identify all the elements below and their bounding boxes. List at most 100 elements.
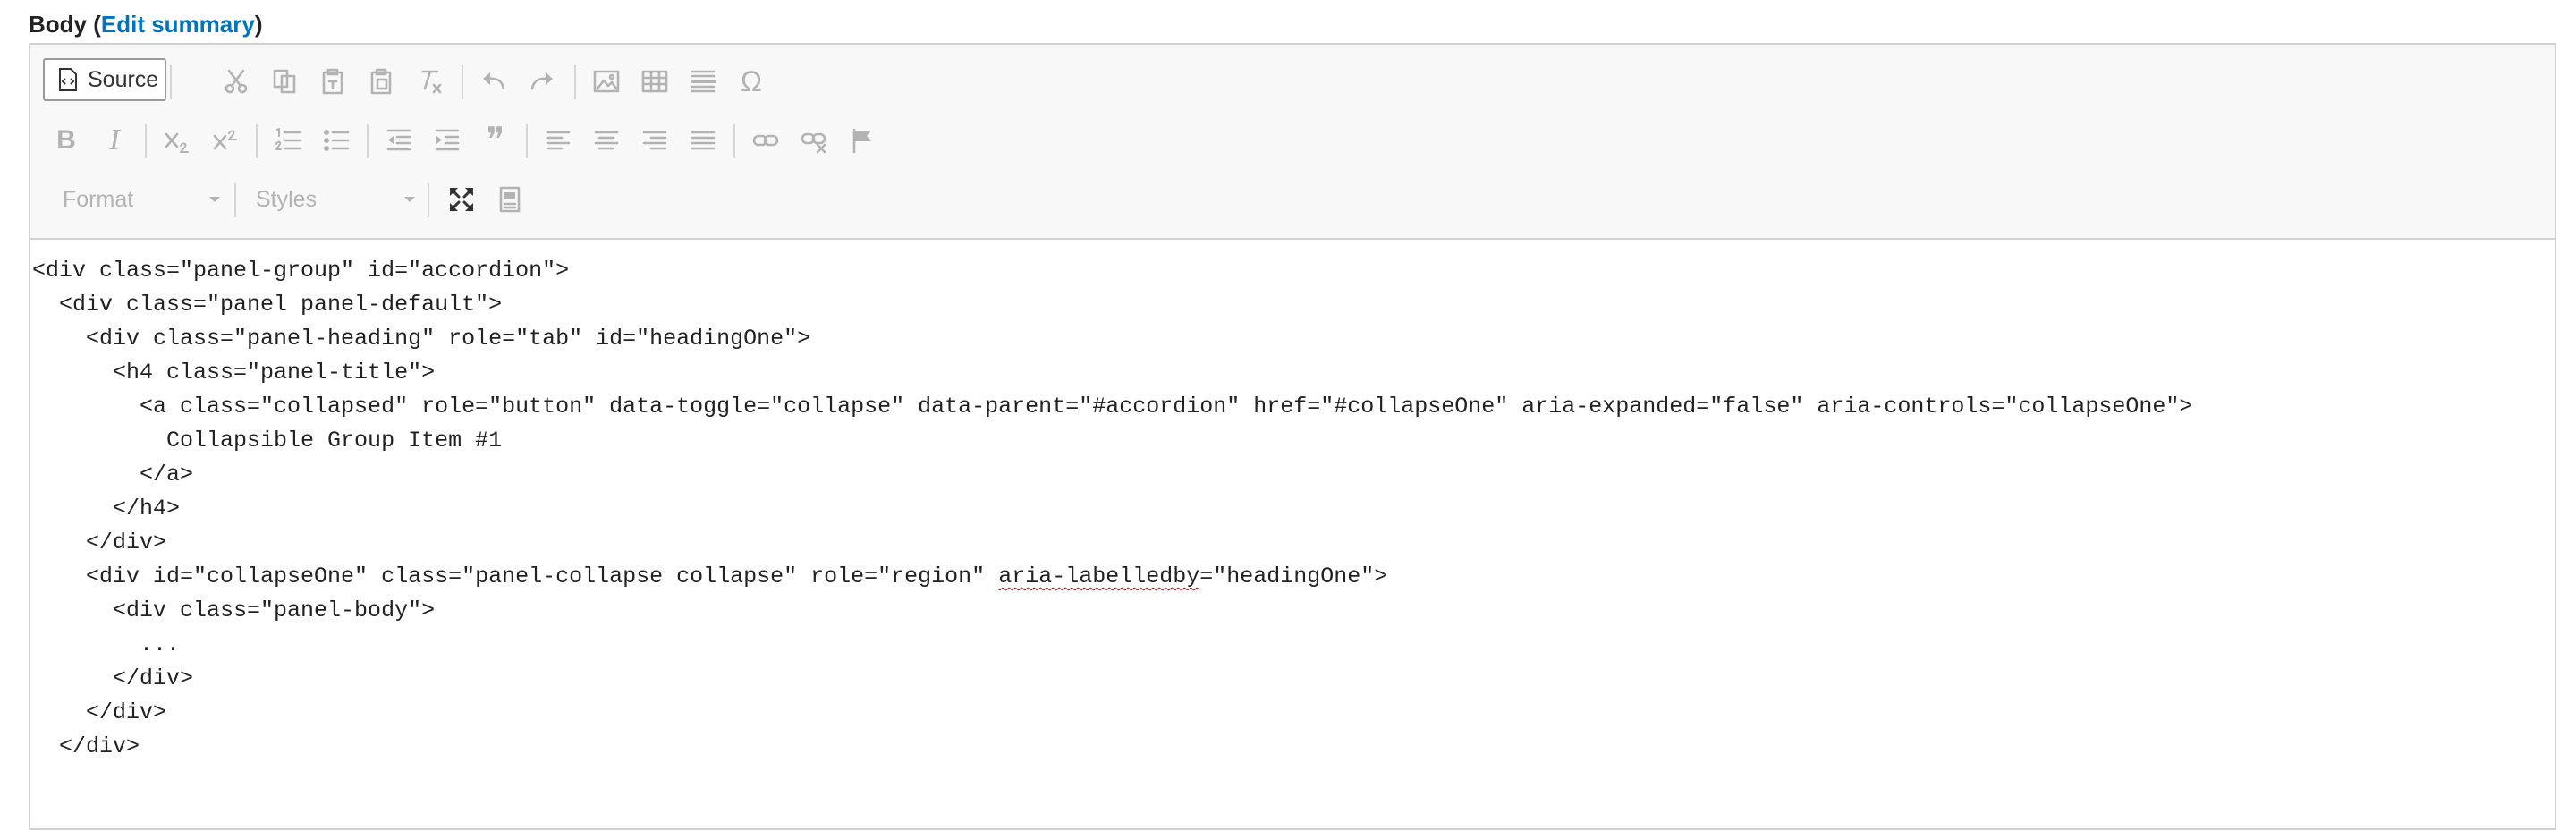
- paste-from-word-button[interactable]: [358, 58, 404, 105]
- image-icon: [593, 70, 620, 93]
- superscript-button[interactable]: [202, 117, 249, 164]
- close-paren: ): [254, 11, 263, 38]
- horizontal-line-icon: [691, 70, 716, 93]
- special-character-button[interactable]: Ω: [728, 58, 775, 105]
- styles-dropdown-label: Styles: [256, 186, 318, 212]
- bulleted-list-button[interactable]: [313, 117, 360, 164]
- align-right-button[interactable]: [631, 117, 678, 164]
- link-icon: [752, 134, 779, 147]
- code-segment: ="headingOne">: [1199, 563, 1388, 589]
- toolbar-separator: [574, 65, 576, 99]
- anchor-button[interactable]: [839, 117, 886, 164]
- code-line: </div>: [32, 665, 194, 691]
- omega-icon: Ω: [741, 65, 762, 97]
- ckeditor: Source Ω B I ❞ Format Styles <div class=…: [29, 43, 2556, 830]
- source-code-textarea[interactable]: <div class="panel-group" id="accordion">…: [30, 238, 2555, 828]
- flag-icon: [852, 128, 871, 154]
- outdent-button[interactable]: [376, 117, 422, 164]
- paste-word-icon: [370, 68, 392, 95]
- code-segment: <div id="collapseOne" class="panel-colla…: [32, 563, 999, 589]
- maximize-button[interactable]: [438, 176, 485, 223]
- body-label-text: Body: [29, 11, 87, 38]
- body-field-label: Body (Edit summary): [29, 11, 263, 38]
- toolbar-separator: [428, 183, 429, 217]
- toolbar-separator: [256, 124, 258, 158]
- code-line: </div>: [32, 529, 167, 555]
- justify-icon: [691, 131, 716, 150]
- code-line: <a class="collapsed" role="button" data-…: [32, 394, 2193, 419]
- table-button[interactable]: [631, 58, 678, 105]
- align-center-button[interactable]: [583, 117, 630, 164]
- redo-button[interactable]: [519, 58, 565, 105]
- toolbar-separator: [170, 65, 172, 99]
- source-label: Source: [88, 66, 159, 92]
- horizontal-line-button[interactable]: [680, 58, 726, 105]
- copy-button[interactable]: [261, 58, 308, 105]
- bold-button[interactable]: B: [43, 117, 89, 164]
- code-line: <div id="collapseOne" class="panel-colla…: [32, 560, 2555, 594]
- cut-icon: [225, 69, 248, 94]
- toolbar-separator: [733, 124, 735, 158]
- misspelled-word: aria-labelledby: [998, 563, 1200, 589]
- toolbar-separator: [367, 124, 369, 158]
- toolbar-separator: [234, 183, 236, 217]
- subscript-icon: [165, 132, 189, 153]
- format-dropdown-label: Format: [63, 186, 134, 212]
- undo-icon: [483, 72, 505, 90]
- maximize-icon: [450, 188, 473, 211]
- paste-icon: [322, 68, 343, 95]
- table-icon: [641, 70, 668, 93]
- source-button[interactable]: Source: [43, 58, 166, 101]
- remove-format-button[interactable]: [406, 58, 453, 105]
- unlink-icon: [801, 132, 826, 154]
- copy-icon: [273, 69, 296, 94]
- cut-button[interactable]: [213, 58, 259, 105]
- code-line: </div>: [32, 699, 167, 725]
- numbered-list-button[interactable]: [265, 117, 311, 164]
- align-center-icon: [594, 131, 619, 150]
- undo-button[interactable]: [470, 58, 517, 105]
- blockquote-button[interactable]: ❞: [472, 117, 519, 164]
- outdent-icon: [386, 129, 411, 151]
- code-line: ...: [32, 631, 181, 657]
- redo-icon: [530, 72, 553, 90]
- superscript-icon: [213, 130, 237, 150]
- show-blocks-icon: [499, 186, 521, 213]
- code-line: <div class="panel-heading" role="tab" id…: [32, 326, 811, 351]
- bulleted-list-icon: [324, 130, 350, 151]
- code-line: <h4 class="panel-title">: [32, 360, 436, 385]
- align-left-icon: [546, 131, 571, 150]
- remove-format-icon: [421, 70, 442, 94]
- align-right-icon: [642, 131, 667, 150]
- unlink-button[interactable]: [791, 117, 837, 164]
- italic-button[interactable]: I: [91, 117, 138, 164]
- code-line: Collapsible Group Item #1: [32, 428, 503, 453]
- numbered-list-icon: [275, 128, 301, 150]
- edit-summary-link[interactable]: Edit summary: [101, 11, 255, 38]
- image-button[interactable]: [583, 58, 630, 105]
- styles-dropdown[interactable]: Styles: [245, 176, 424, 223]
- format-dropdown[interactable]: Format: [52, 176, 229, 223]
- toolbar-separator: [145, 124, 147, 158]
- code-line: <div class="panel-group" id="accordion">: [32, 258, 570, 284]
- subscript-button[interactable]: [154, 117, 200, 164]
- indent-button[interactable]: [424, 117, 470, 164]
- source-icon: [59, 68, 77, 91]
- toolbar-separator: [462, 65, 463, 99]
- indent-icon: [435, 129, 460, 151]
- link-button[interactable]: [742, 117, 789, 164]
- editor-toolbar: Source Ω B I ❞ Format Styles: [30, 45, 2555, 240]
- align-left-button[interactable]: [535, 117, 581, 164]
- show-blocks-button[interactable]: [487, 176, 533, 223]
- paste-button[interactable]: [309, 58, 356, 105]
- justify-button[interactable]: [680, 117, 726, 164]
- open-paren: (: [87, 11, 101, 38]
- code-line: <div class="panel panel-default">: [32, 292, 503, 318]
- chevron-down-icon: [209, 197, 220, 202]
- bold-icon: B: [56, 125, 76, 155]
- code-line: </div>: [32, 733, 140, 759]
- italic-icon: I: [109, 123, 120, 157]
- toolbar-separator: [526, 124, 528, 158]
- blockquote-icon: ❞: [486, 122, 505, 159]
- code-line: </h4>: [32, 495, 181, 521]
